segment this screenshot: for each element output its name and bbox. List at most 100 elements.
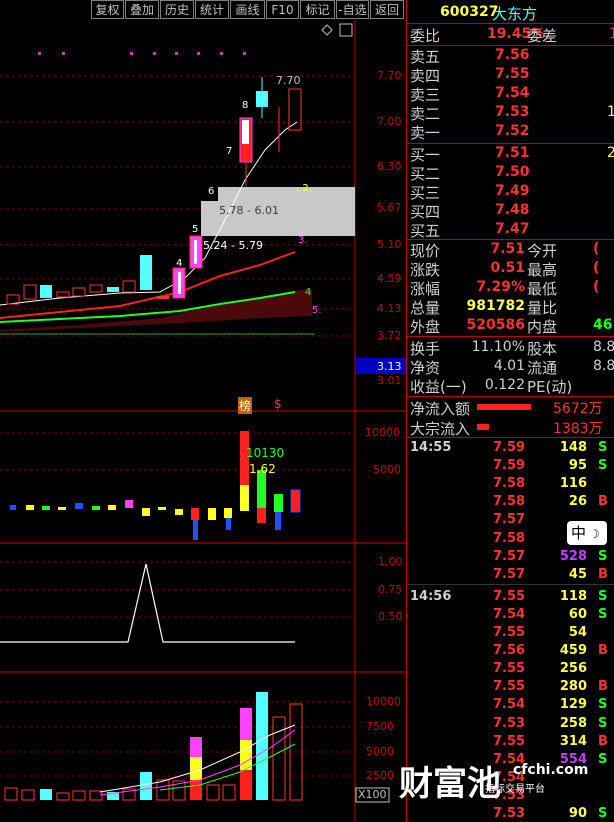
tick-volume: 554 bbox=[559, 751, 587, 767]
level-5: 5. bbox=[312, 305, 322, 316]
tick-price: 7.54 bbox=[493, 751, 526, 767]
bid-label: 买五 bbox=[410, 222, 441, 240]
stat-value: ( bbox=[593, 260, 600, 276]
level-2: ..2. bbox=[296, 183, 312, 194]
toolbar-button-2[interactable]: 历史 bbox=[160, 0, 194, 19]
tick-volume: 54 bbox=[568, 625, 587, 640]
stat-label: 换手 bbox=[410, 340, 441, 358]
candle bbox=[56, 291, 70, 298]
osc-axis-050: 0.50 bbox=[378, 610, 403, 623]
kline-chart-area[interactable] bbox=[0, 20, 406, 822]
stat-label: 外盘 bbox=[410, 318, 441, 336]
tick-volume: 90 bbox=[568, 806, 587, 821]
bid-price: 7.51 bbox=[495, 145, 530, 161]
toolbar-button-4[interactable]: 画线 bbox=[230, 0, 265, 19]
stat-value: 461 bbox=[593, 317, 614, 333]
stat-label: 收益(一) bbox=[410, 378, 467, 396]
toolbar-button-1[interactable]: 叠加 bbox=[125, 0, 159, 19]
tick-price: 7.54 bbox=[493, 697, 526, 713]
ask-label: 卖四 bbox=[410, 67, 441, 85]
panel-toggle-icon[interactable] bbox=[339, 23, 353, 37]
tick-side: S bbox=[598, 751, 608, 767]
toolbar-button-5[interactable]: F10 bbox=[266, 0, 299, 19]
tick-price: 7.54 bbox=[493, 606, 526, 622]
tick-volume: 256 bbox=[559, 661, 587, 677]
candle bbox=[140, 255, 152, 290]
tick-volume: 528 bbox=[559, 548, 587, 564]
stat-label: PE(动) bbox=[527, 378, 573, 396]
stat-label: 量比 bbox=[527, 299, 558, 317]
bid-price: 7.49 bbox=[495, 183, 530, 199]
divider bbox=[407, 396, 614, 397]
webi-label: 委比 bbox=[410, 27, 441, 45]
toolbar-button-0[interactable]: 复权 bbox=[91, 0, 124, 19]
candle-num-8: 8 bbox=[242, 100, 249, 111]
tick-volume: 60 bbox=[568, 606, 587, 622]
signal-dots bbox=[38, 52, 246, 55]
vol-axis-5000: 5000 bbox=[373, 463, 401, 476]
vol-annot-1: 10130 bbox=[246, 446, 285, 460]
ask-label: 卖一 bbox=[410, 124, 441, 142]
toolbar-button-8[interactable]: 返回 bbox=[370, 0, 404, 19]
weicha-value: 1 bbox=[609, 26, 614, 42]
tick-volume: 26 bbox=[568, 494, 587, 510]
stat-value: 7.51 bbox=[490, 241, 525, 257]
bid-label: 买二 bbox=[410, 165, 441, 183]
ask-volume: 1 bbox=[607, 104, 614, 120]
s-marker: $ bbox=[274, 397, 282, 411]
bid-price: 7.48 bbox=[495, 202, 530, 218]
flow-bar bbox=[477, 424, 489, 430]
tick-time: 14:56 bbox=[410, 588, 452, 604]
stat-label: 涨跌 bbox=[410, 261, 441, 279]
toolbar-button-3[interactable]: 统计 bbox=[195, 0, 229, 19]
bang-marker: 榜 bbox=[238, 397, 253, 414]
flow-label: 净流入额 bbox=[410, 400, 471, 418]
tick-price: 7.55 bbox=[493, 661, 526, 677]
tick-side: B bbox=[598, 643, 608, 659]
stat-value: ( bbox=[593, 279, 600, 295]
tick-price: 7.57 bbox=[493, 548, 526, 564]
tick-volume: 280 bbox=[559, 679, 587, 695]
ask-price: 7.54 bbox=[495, 85, 530, 101]
candle bbox=[242, 120, 249, 144]
tick-price: 7.55 bbox=[493, 679, 526, 695]
candle bbox=[194, 240, 197, 264]
ask-price: 7.52 bbox=[495, 123, 530, 139]
divider bbox=[407, 23, 614, 24]
ask-price: 7.53 bbox=[495, 104, 530, 120]
flow-bar bbox=[477, 404, 531, 410]
bid-label: 买一 bbox=[410, 146, 441, 164]
bid-volume: 2 bbox=[607, 145, 614, 161]
stat-value: ( bbox=[593, 241, 600, 257]
stat-label: 现价 bbox=[410, 242, 441, 260]
toolbar-button-7[interactable]: -自选 bbox=[336, 0, 369, 19]
tick-volume: 116 bbox=[559, 476, 587, 492]
tick-volume: 45 bbox=[568, 566, 587, 582]
weicha-label: 委差 bbox=[527, 27, 558, 45]
tick-separator bbox=[407, 584, 614, 585]
stat-label: 涨幅 bbox=[410, 280, 441, 298]
chart-toolbar: 复权 叠加 历史 统计 画线 F10 标记 -自选 返回 bbox=[0, 0, 406, 20]
toolbar-button-6[interactable]: 标记 bbox=[300, 0, 335, 19]
stat-label: 最低 bbox=[527, 280, 558, 298]
stat-value: 4.01 bbox=[493, 358, 525, 374]
osc-axis-075: 0.75 bbox=[378, 583, 403, 596]
ime-indicator[interactable]: 中 ☽ bbox=[567, 521, 607, 545]
diamond-icon[interactable] bbox=[321, 24, 333, 36]
price-axis-label: 4.13 bbox=[377, 302, 402, 315]
stat-label: 股本 bbox=[527, 340, 558, 358]
tick-price: 7.58 bbox=[493, 530, 526, 546]
x100-label: X100 bbox=[358, 788, 387, 801]
oscillator-line bbox=[0, 563, 295, 643]
stat-label: 今开 bbox=[527, 242, 558, 260]
tick-side: S bbox=[598, 606, 608, 622]
price-axis-label: 3.13 bbox=[377, 360, 402, 373]
ask-label: 卖五 bbox=[410, 48, 441, 66]
price-axis-label: 3.01 bbox=[377, 374, 402, 387]
candle-num-5: 5 bbox=[192, 224, 199, 235]
bottom-axis-label: 10000 bbox=[366, 695, 401, 708]
ime-label: 中 bbox=[571, 524, 587, 542]
tick-price: 7.54 bbox=[493, 769, 526, 785]
tick-price: 7.53 bbox=[493, 715, 526, 731]
stat-value: 8.8 bbox=[593, 339, 614, 355]
